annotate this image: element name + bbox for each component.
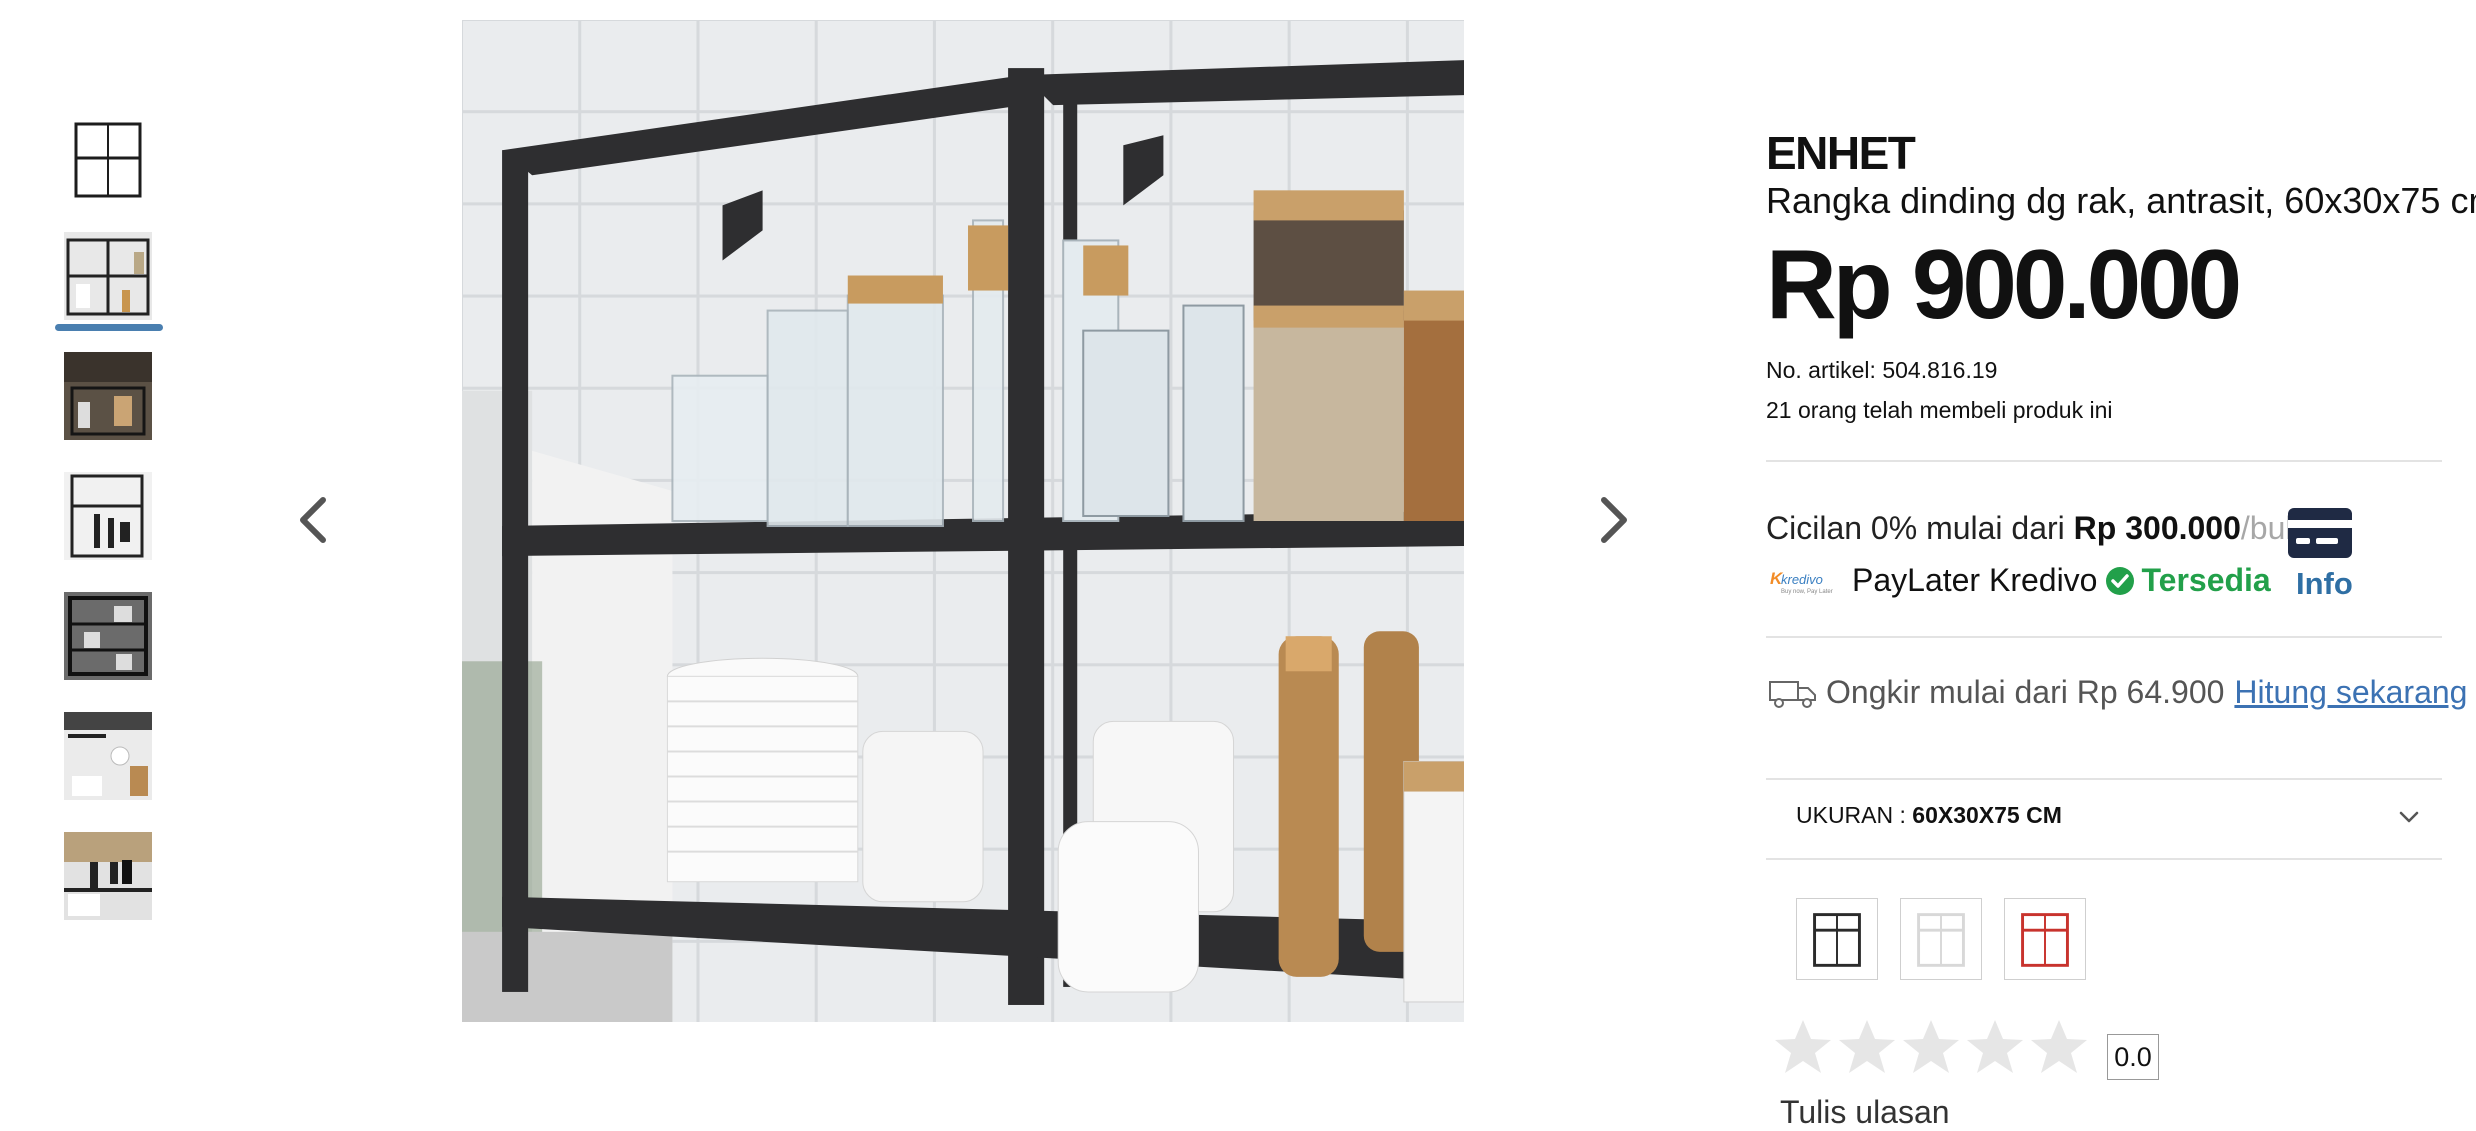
product-brand: ENHET [1766, 127, 1916, 179]
installment-amount: Rp 300.000 [2073, 510, 2241, 546]
thumbnail-7[interactable] [64, 832, 152, 920]
calculate-shipping-link[interactable]: Hitung sekarang [2234, 674, 2467, 711]
paylater-provider: PayLater Kredivo [1852, 562, 2098, 598]
truck-icon [1769, 680, 1816, 708]
product-description: Rangka dinding dg rak, antrasit, 60x30x7… [1766, 180, 2476, 221]
divider [1766, 858, 2442, 860]
installment-info: Cicilan 0% mulai dari Rp 300.000/bulan [1766, 510, 2328, 547]
kredivo-logo-tagline: Buy now, Pay Later [1781, 589, 1833, 595]
divider [1766, 636, 2442, 638]
thumbnail-6[interactable] [64, 712, 152, 800]
star-icon[interactable] [1964, 1016, 2026, 1078]
thumbnail-3[interactable] [64, 352, 152, 440]
chevron-down-icon [2399, 811, 2419, 823]
thumbnail-5[interactable] [64, 592, 152, 680]
credit-card-icon[interactable] [2286, 506, 2354, 560]
check-circle-icon [2106, 566, 2135, 595]
next-image-button[interactable] [1582, 490, 1642, 550]
write-review-link[interactable]: Tulis ulasan [1780, 1094, 1950, 1131]
paylater-row: K kredivo Buy now, Pay Later PayLater Kr… [1770, 562, 2271, 599]
variant-antrasit[interactable] [1796, 898, 1878, 980]
article-number: No. artikel: 504.816.19 [1766, 357, 1998, 383]
product-price: Rp 900.000 [1766, 229, 2242, 339]
shipping-info: Ongkir mulai dari Rp 64.900 Hitung sekar… [1768, 674, 2467, 711]
thumbnail-1[interactable] [64, 116, 152, 204]
rating-stars [1772, 1016, 2092, 1078]
kredivo-logo-wordmark: kredivo [1781, 572, 1823, 587]
bought-count: 21 orang telah membeli produk ini [1766, 397, 2113, 423]
shipping-text: Ongkir mulai dari Rp 64.900 [1826, 674, 2225, 710]
divider [1766, 460, 2442, 462]
availability-label: Tersedia [2141, 562, 2271, 598]
rating-value: 0.0 [2107, 1034, 2159, 1080]
star-icon[interactable] [1772, 1016, 1834, 1078]
size-selector[interactable]: UKURAN : 60X30X75 CM [1766, 778, 2442, 858]
size-label: UKURAN : 60X30X75 CM [1796, 802, 2062, 829]
main-product-image [462, 20, 1464, 1022]
previous-image-button[interactable] [285, 490, 345, 550]
star-icon[interactable] [1900, 1016, 1962, 1078]
star-icon[interactable] [1836, 1016, 1898, 1078]
kredivo-logo: K kredivo Buy now, Pay Later [1770, 569, 1833, 595]
size-label-prefix: UKURAN : [1796, 802, 1913, 828]
installment-info-link[interactable]: Info [2296, 566, 2353, 602]
chevron-left-icon [300, 497, 326, 543]
thumbnail-2[interactable] [64, 232, 152, 320]
variant-putih[interactable] [1900, 898, 1982, 980]
active-thumbnail-indicator [55, 324, 163, 331]
size-value: 60X30X75 CM [1912, 802, 2062, 828]
thumbnail-4[interactable] [64, 472, 152, 560]
variant-merah[interactable] [2004, 898, 2086, 980]
installment-prefix: Cicilan 0% mulai dari [1766, 510, 2074, 546]
star-icon[interactable] [2028, 1016, 2090, 1078]
chevron-right-icon [1601, 497, 1627, 543]
availability-status: Tersedia [2105, 562, 2271, 599]
